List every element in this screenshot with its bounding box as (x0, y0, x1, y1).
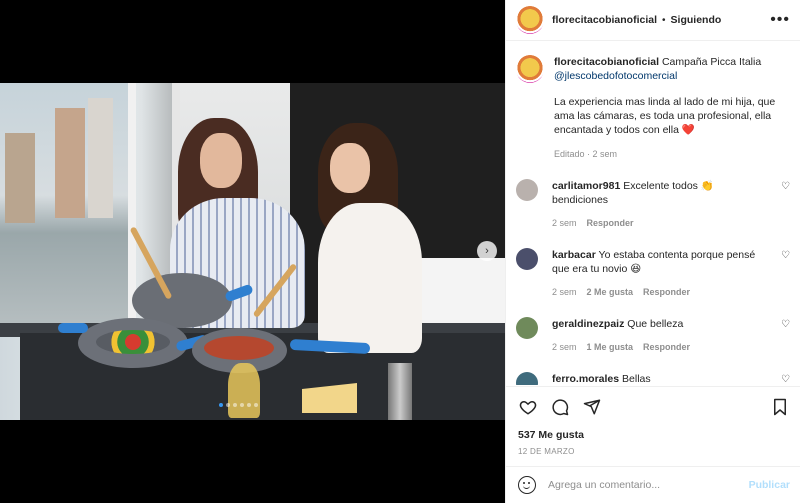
caption-body: florecitacobianoficial Campaña Picca Ita… (554, 55, 790, 161)
comment-time: 2 sem (552, 342, 577, 352)
comment-item: geraldinezpaiz Que belleza 2 sem 1 Me gu… (516, 317, 790, 354)
header-separator: • (662, 14, 666, 26)
carousel-dot (240, 403, 244, 407)
building (88, 98, 113, 218)
carousel-dot (254, 403, 258, 407)
likes-count[interactable]: 537 Me gusta (518, 429, 790, 441)
comment-time: 2 sem (552, 287, 577, 297)
add-comment-bar: Publicar (506, 466, 800, 503)
carousel-dot (219, 403, 223, 407)
side-panel: florecitacobianoficial • Siguiendo ••• f… (505, 0, 800, 503)
caption-text: La experiencia mas linda al lado de mi h… (554, 95, 790, 137)
comment-item: ferro.morales Bellas ♡ (516, 372, 790, 385)
comment-input[interactable] (548, 479, 749, 491)
carousel-dot (247, 403, 251, 407)
post-date: 12 DE MARZO (518, 447, 575, 456)
caption-meta: Editado · 2 sem (554, 149, 618, 159)
comment-username[interactable]: ferro.morales (552, 373, 619, 385)
comment-button[interactable] (550, 397, 570, 417)
heart-icon[interactable]: ♡ (781, 250, 790, 261)
avatar[interactable] (516, 317, 538, 339)
save-button[interactable] (770, 397, 790, 417)
caption: florecitacobianoficial Campaña Picca Ita… (516, 55, 790, 161)
send-icon (583, 399, 601, 415)
instagram-post-modal: › florecitacobianoficial • Siguiendo ••• (0, 0, 800, 503)
reply-button[interactable]: Responder (587, 216, 634, 230)
caption-username[interactable]: florecitacobianoficial (554, 56, 659, 68)
following-status[interactable]: Siguiendo (671, 14, 722, 26)
woman-face (200, 133, 242, 188)
avatar[interactable] (516, 248, 538, 270)
comment-time: 2 sem (552, 218, 577, 228)
publish-button[interactable]: Publicar (749, 479, 790, 491)
comment-icon (552, 399, 569, 416)
heart-icon (519, 400, 537, 415)
pan-handle (58, 323, 88, 333)
likes-count-button[interactable]: 2 Me gusta (587, 285, 634, 299)
comment-text: Que belleza (627, 318, 684, 330)
avatar[interactable] (516, 372, 538, 385)
emoji-icon[interactable] (518, 476, 536, 494)
caption-inline-text: Campaña Picca Italia (661, 56, 762, 68)
comment-username[interactable]: carlitamor981 (552, 180, 620, 192)
comment-username[interactable]: geraldinezpaiz (552, 318, 624, 330)
carousel-dots (219, 403, 258, 407)
comment-username[interactable]: karbacar (552, 249, 596, 261)
avatar[interactable] (516, 55, 544, 83)
girl-shirt (318, 203, 422, 353)
comments-section[interactable]: florecitacobianoficial Campaña Picca Ita… (506, 41, 800, 385)
chevron-right-icon: › (485, 245, 489, 257)
media-panel: › (0, 0, 505, 503)
oil-bottle (228, 363, 260, 418)
comment-item: carlitamor981 Excelente todos 👏 bendicio… (516, 179, 790, 230)
pan-vegetables (78, 318, 188, 368)
post-header: florecitacobianoficial • Siguiendo ••• (506, 0, 800, 41)
post-photo[interactable]: › (0, 83, 505, 420)
more-options-icon[interactable]: ••• (770, 11, 790, 29)
bookmark-icon (774, 398, 786, 416)
caption-mention[interactable]: @jlescobedofotocomercial (554, 70, 677, 82)
avatar[interactable] (516, 179, 538, 201)
heart-icon[interactable]: ♡ (781, 374, 790, 385)
grater (388, 363, 412, 420)
likes-count-button[interactable]: 1 Me gusta (587, 340, 634, 354)
like-button[interactable] (518, 397, 538, 417)
header-username[interactable]: florecitacobianoficial (552, 14, 657, 26)
heart-icon[interactable]: ♡ (781, 181, 790, 192)
caption-body-text: La experiencia mas linda al lado de mi h… (554, 96, 776, 136)
avatar[interactable] (516, 6, 544, 34)
share-button[interactable] (582, 397, 602, 417)
heart-icon[interactable]: ♡ (781, 319, 790, 330)
building (55, 108, 85, 218)
carousel-dot (233, 403, 237, 407)
post-actions: 537 Me gusta 12 DE MARZO (506, 386, 800, 461)
carousel-next-button[interactable]: › (477, 241, 497, 261)
heart-emoji: ❤️ (681, 124, 695, 136)
reply-button[interactable]: Responder (643, 340, 690, 354)
carousel-dot (226, 403, 230, 407)
comment-item: karbacar Yo estaba contenta porque pensé… (516, 248, 790, 299)
building (5, 133, 35, 223)
reply-button[interactable]: Responder (643, 285, 690, 299)
comment-text: Bellas (622, 373, 651, 385)
girl-face (330, 143, 370, 193)
